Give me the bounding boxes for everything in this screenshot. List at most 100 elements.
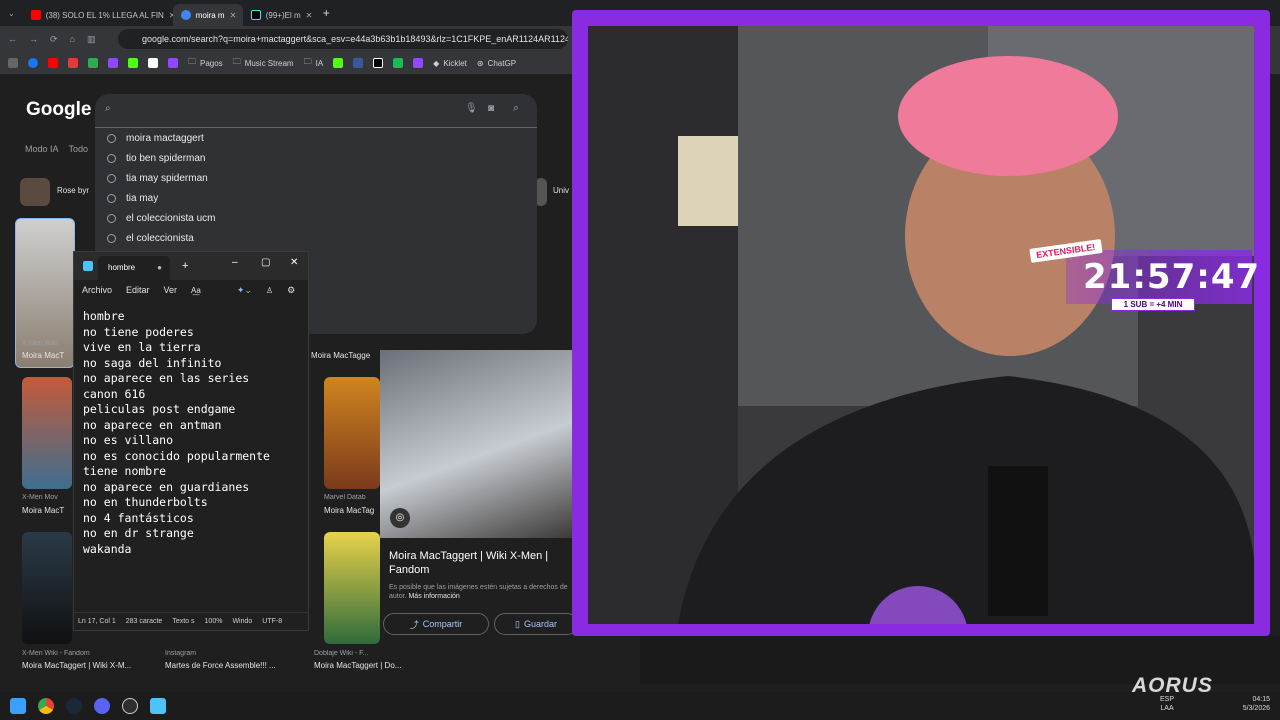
filter-mode-ia[interactable]: Modo IA — [25, 144, 58, 154]
discord-icon[interactable] — [94, 698, 110, 714]
preview-title[interactable]: Moira MacTaggert | Wiki X-Men | Fandom — [389, 549, 559, 577]
sub-rule-badge: 1 SUB = +4 MIN — [1111, 298, 1195, 311]
tab-menu-icon[interactable]: ⌄ — [0, 9, 23, 18]
bookmark-ia[interactable]: 🗀 IA — [304, 56, 324, 70]
suggestion-item[interactable]: el coleccionista — [107, 233, 194, 244]
result-caption[interactable]: Moira MacTagge — [311, 351, 381, 360]
text-line: no saga del infinito — [83, 355, 222, 370]
result-source: Instagram — [165, 650, 197, 657]
chip-label[interactable]: Univ — [553, 186, 569, 195]
font-icon[interactable]: A͟a — [191, 286, 201, 295]
lens-icon[interactable]: ◎ — [390, 508, 410, 528]
copilot-icon[interactable]: ✦⌄ — [237, 285, 252, 296]
save-button[interactable]: ▯ Guardar — [494, 613, 578, 635]
drive-icon[interactable] — [88, 58, 98, 68]
notepad-tab[interactable]: hombre ● — [98, 256, 170, 280]
url-text: google.com/search?q=moira+mactaggert&sca… — [142, 34, 568, 44]
image-result[interactable] — [22, 377, 72, 489]
obs-icon[interactable] — [122, 698, 138, 714]
keyboard-layout[interactable]: ESP LAA — [1160, 695, 1174, 713]
apps-icon[interactable] — [8, 58, 18, 68]
tab-google[interactable]: moira m ✕ — [172, 4, 243, 26]
steam-icon[interactable] — [66, 698, 82, 714]
bookmark-kicklet[interactable]: ◆ Kicklet — [433, 59, 467, 68]
suggestion-item[interactable]: el coleccionista ucm — [107, 213, 215, 224]
menu-ver[interactable]: Ver — [164, 285, 178, 295]
twitch-icon[interactable] — [413, 58, 424, 68]
home-icon[interactable]: ⌂ — [70, 34, 75, 44]
menu-editar[interactable]: Editar — [126, 285, 150, 295]
address-bar[interactable]: google.com/search?q=moira+mactaggert&sca… — [118, 29, 568, 49]
settings-icon[interactable]: ⚙ — [287, 285, 295, 296]
share-button[interactable]: ⤴ Compartir — [383, 613, 489, 635]
share-label: Compartir — [422, 619, 463, 629]
image-result[interactable] — [324, 377, 380, 489]
maximize-icon[interactable]: ▢ — [261, 257, 270, 268]
chrome-icon[interactable] — [38, 698, 54, 714]
result-caption[interactable]: Moira MacT — [22, 506, 74, 515]
result-caption[interactable]: Moira MacTag — [324, 506, 380, 515]
windows-start-icon[interactable] — [10, 698, 26, 714]
share-icon: ⤴ — [409, 619, 419, 630]
suggestion-item[interactable]: tia may spiderman — [107, 173, 208, 184]
clock[interactable]: 04:15 5/3/2026 — [1243, 695, 1270, 713]
suggestion-item[interactable]: tia may — [107, 193, 158, 204]
result-caption[interactable]: Martes de Force Assemble!!! ... — [165, 661, 295, 670]
bookmark-icon[interactable] — [68, 58, 78, 68]
new-tab-button[interactable]: + — [315, 6, 338, 20]
bookmark-music-stream[interactable]: 🗀 Music Stream — [233, 56, 294, 70]
search-submit-icon[interactable]: ⌕ — [513, 102, 519, 115]
chip-image[interactable] — [20, 178, 50, 206]
text-line: no es conocido popularmente — [83, 448, 270, 463]
notepad-icon[interactable] — [150, 698, 166, 714]
close-icon[interactable]: ✕ — [230, 11, 237, 20]
bookmark-pagos[interactable]: 🗀 Pagos — [188, 56, 223, 70]
text-line: wakanda — [83, 541, 132, 556]
tab-youtube[interactable]: (38) SOLO EL 1% LLEGA AL FIN ✕ — [23, 4, 173, 26]
close-icon[interactable]: ✕ — [290, 257, 298, 268]
google-logo[interactable]: Google — [26, 99, 91, 121]
image-result[interactable] — [324, 532, 380, 644]
youtube-icon[interactable] — [48, 58, 58, 68]
notepad-text-area[interactable]: hombre no tiene poderes vive en la tierra n… — [83, 309, 270, 557]
encoding: UTF-8 — [262, 618, 283, 625]
bookmark-chatgpt[interactable]: ⊛ ChatGP — [477, 59, 516, 68]
suggestion-item[interactable]: moira mactaggert — [107, 133, 204, 144]
chip-label[interactable]: Rose byr — [57, 186, 89, 195]
suggestion-text: moira mactaggert — [126, 133, 204, 144]
mic-icon[interactable]: 🎙 — [465, 103, 478, 114]
more-info-link[interactable]: Más información — [408, 593, 459, 600]
bookmark-icon[interactable] — [353, 58, 364, 68]
sidebar-icon[interactable]: ▥ — [87, 34, 96, 45]
menu-archivo[interactable]: Archivo — [82, 285, 112, 295]
tiktok-icon[interactable] — [373, 58, 384, 68]
bookmark-icon[interactable] — [168, 58, 178, 68]
reload-icon[interactable]: ⟳ — [50, 34, 58, 45]
notepad-titlebar[interactable]: hombre ● + – ▢ ✕ — [74, 252, 308, 280]
result-caption[interactable]: Moira MacT — [22, 351, 74, 360]
facebook-icon[interactable] — [28, 58, 38, 68]
result-caption[interactable]: Moira MacTaggert | Do... — [314, 661, 424, 670]
kick-icon[interactable] — [128, 58, 138, 68]
minimize-icon[interactable]: – — [232, 257, 238, 268]
account-icon[interactable]: ♙ — [266, 286, 273, 295]
subathon-timer: 21:57:47 — [1083, 257, 1261, 297]
image-result[interactable] — [22, 532, 72, 644]
new-tab-button[interactable]: + — [182, 260, 188, 272]
preview-image[interactable] — [380, 350, 572, 538]
suggestion-item[interactable]: tio ben spiderman — [107, 153, 206, 164]
bookmark-icon[interactable] — [393, 58, 404, 68]
filter-all[interactable]: Todo — [69, 144, 89, 154]
tab-tiktok[interactable]: (99+)El m ✕ — [243, 4, 315, 26]
camera-icon[interactable]: ◙ — [488, 103, 494, 114]
kick-icon[interactable] — [333, 58, 344, 68]
twitch-icon[interactable] — [108, 58, 118, 68]
close-icon[interactable]: ✕ — [306, 11, 313, 20]
bookmark-icon[interactable] — [148, 58, 158, 68]
suggestion-text: el coleccionista — [126, 233, 194, 244]
result-caption[interactable]: Moira MacTaggert | Wiki X-M... — [22, 661, 152, 670]
forward-icon[interactable]: → — [29, 34, 38, 44]
youtube-icon — [30, 10, 41, 20]
notepad-icon — [83, 261, 93, 271]
back-icon[interactable]: ← — [8, 34, 17, 44]
